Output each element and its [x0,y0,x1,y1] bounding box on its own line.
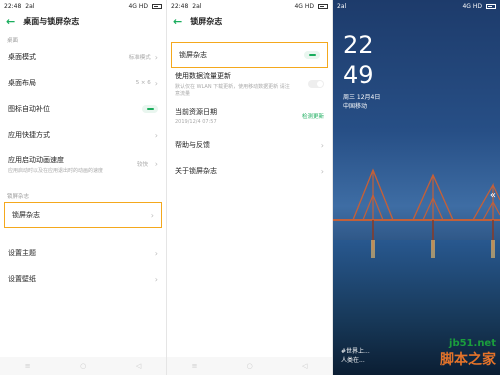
lockscreen-magazine-toggle[interactable] [304,51,320,59]
data-update-label: 使用数据流量更新 [175,72,231,80]
launch-animation-description: 应用启动时以及在应用退出时的动画的速度 [8,167,104,174]
help-feedback-item[interactable]: 帮助与反馈 › [167,132,332,158]
chevron-right-icon: › [320,140,324,150]
menu-icon[interactable]: ≡ [25,362,31,370]
lock-date: 周三 12月4日 中国移动 [343,93,380,111]
chevron-right-icon: › [154,248,158,258]
chevron-left-icon[interactable]: « [490,190,496,201]
launch-animation-label: 应用启动动画速度 [8,155,64,164]
about-magazine-label: 关于锁屏杂志 [175,167,217,175]
launch-animation-speed-item[interactable]: 应用启动动画速度 应用启动时以及在应用退出时的动画的速度 较快 › [0,148,166,180]
back-arrow-icon[interactable]: ← [173,16,182,27]
lockscreen-magazine-toggle-item: 锁屏杂志 [171,42,328,68]
lockscreen-magazine-label: 锁屏杂志 [12,211,40,219]
resource-date-label: 当前资源日期 [175,108,217,116]
status-bar: 22:48 2al 4G HD [167,0,332,12]
date-text: 周三 12月4日 [343,94,381,101]
desktop-mode-item[interactable]: 桌面模式 标准模式 › [0,44,166,70]
battery-icon [318,3,328,9]
section-header-lockscreen: 锁屏杂志 [7,194,30,200]
caption-line-2: 人类在... [341,357,365,364]
status-network: 4G HD [294,2,314,10]
magazine-caption[interactable]: #世界上... 人类在... [341,347,370,365]
back-triangle-icon[interactable]: ◁ [136,362,141,370]
settings-panel-lockscreen-magazine: 22:48 2al 4G HD ← 锁屏杂志 锁屏杂志 使用数据流量更新 默认仅… [167,0,333,375]
launch-animation-value: 较快 [136,162,148,168]
set-theme-item[interactable]: 设置主题 › [0,240,166,266]
lock-screen: 2al 4G HD 22 49 周三 12月4日 中国移动 « #世界上... [333,0,500,375]
data-update-description: 默认仅在 WLAN 下载更新，使用移动数据更新 请注意流量 [175,84,290,97]
lockscreen-magazine-label: 锁屏杂志 [179,51,207,59]
resource-date-item: 当前资源日期 2019/12/4 07:57 检测更新 [167,100,332,132]
desktop-mode-label: 桌面模式 [8,53,36,61]
app-shortcuts-label: 应用快捷方式 [8,131,50,139]
menu-icon[interactable]: ≡ [192,362,198,370]
about-magazine-item[interactable]: 关于锁屏杂志 › [167,158,332,184]
system-nav-bar: ≡ ○ ◁ [0,357,166,375]
desktop-layout-value: 5 × 6 [135,80,151,86]
status-network: 4G HD [462,2,482,10]
page-title: 锁屏杂志 [190,16,223,26]
lockscreen-magazine-item[interactable]: 锁屏杂志 › [4,202,162,228]
status-bar: 22:48 2al 4G HD [0,0,166,12]
chevron-right-icon: › [154,78,158,88]
chevron-right-icon: › [320,166,324,176]
resource-date-value: 2019/12/4 07:57 [175,119,217,125]
chevron-right-icon: › [154,130,158,140]
chevron-right-icon: › [154,52,158,62]
bridge-image [333,168,500,258]
site-watermark: jb51.net 脚本之家 [386,338,496,369]
icon-autofill-item: 图标自动补位 [0,96,166,122]
lock-clock: 22 49 [343,30,374,90]
clock-hour: 22 [343,31,374,59]
status-carrier: 2al [192,2,202,10]
status-network: 4G HD [128,2,148,10]
chevron-right-icon: › [150,210,154,220]
status-time: 22:48 [171,2,189,10]
home-icon[interactable]: ○ [80,362,86,370]
clock-minute: 49 [343,61,374,89]
chevron-right-icon: › [154,274,158,284]
title-bar: ← 锁屏杂志 [167,12,332,30]
desktop-mode-value: 标准模式 [128,55,151,61]
desktop-layout-item[interactable]: 桌面布局 5 × 6 › [0,70,166,96]
set-wallpaper-label: 设置壁纸 [8,275,36,283]
check-update-link[interactable]: 检测更新 [302,112,324,120]
status-bar: 2al 4G HD [333,0,500,12]
caption-line-1: #世界上... [341,348,370,355]
battery-icon [486,3,496,9]
data-update-toggle[interactable] [308,80,324,88]
status-carrier: 2al [25,2,35,10]
status-carrier: 2al [337,2,347,10]
set-wallpaper-item[interactable]: 设置壁纸 › [0,266,166,292]
icon-autofill-label: 图标自动补位 [8,105,50,113]
battery-icon [152,3,162,9]
status-time: 22:48 [4,2,22,10]
carrier-name: 中国移动 [343,103,368,110]
back-triangle-icon[interactable]: ◁ [302,362,307,370]
page-title: 桌面与锁屏杂志 [23,16,80,26]
system-nav-bar: ≡ ○ ◁ [167,357,332,375]
help-feedback-label: 帮助与反馈 [175,141,210,149]
title-bar: ← 桌面与锁屏杂志 [0,12,166,30]
settings-panel-desktop-lockscreen: 22:48 2al 4G HD ← 桌面与锁屏杂志 桌面 桌面模式 标准模式 ›… [0,0,167,375]
back-arrow-icon[interactable]: ← [6,16,15,27]
desktop-layout-label: 桌面布局 [8,79,36,87]
section-header-desktop: 桌面 [7,38,19,44]
chevron-right-icon: › [154,159,158,169]
watermark-name: 脚本之家 [440,352,496,368]
watermark-url: jb51.net [449,338,496,349]
data-update-item: 使用数据流量更新 默认仅在 WLAN 下载更新，使用移动数据更新 请注意流量 [167,68,332,100]
set-theme-label: 设置主题 [8,249,36,257]
home-icon[interactable]: ○ [247,362,253,370]
icon-autofill-toggle[interactable] [142,105,158,113]
app-shortcuts-item[interactable]: 应用快捷方式 › [0,122,166,148]
